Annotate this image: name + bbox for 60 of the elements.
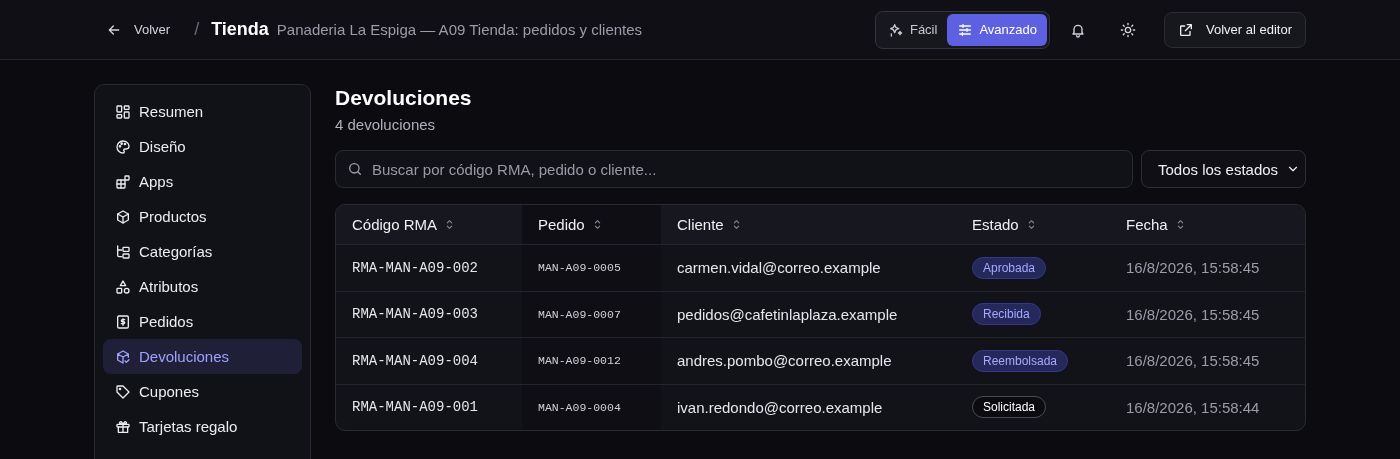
customer-cell-text: ivan.redondo@correo.example (676, 397, 884, 418)
sliders-icon (957, 21, 974, 38)
store-subtitle: Panaderia La Espiga — A09 Tienda: pedidos y clientes (276, 21, 643, 38)
column-header[interactable]: Pedido (522, 205, 661, 244)
tree-icon (115, 243, 131, 260)
column-header[interactable]: Cliente (661, 205, 956, 244)
status-dropdown[interactable]: Todos los estados (1141, 150, 1306, 188)
sidebar-item[interactable]: Pedidos (103, 304, 302, 339)
column-header[interactable]: Estado (956, 205, 1110, 244)
sidebar-item[interactable]: Productos (103, 199, 302, 234)
mode-tab[interactable]: Fácil (877, 13, 948, 46)
status-badge: Reembolsada (972, 349, 1069, 372)
status-badge: Aprobada (972, 256, 1047, 279)
shapes-icon (115, 278, 131, 295)
date-cell-text: 16/8/2026, 15:58:45 (1125, 258, 1261, 279)
sparkles-icon (887, 21, 904, 38)
order-cell: MAN-A09-0012 (522, 338, 661, 384)
sidebar-item[interactable]: Resumen (103, 94, 302, 129)
palette-icon (115, 138, 131, 155)
column-header[interactable]: Fecha (1110, 205, 1305, 244)
grid-icon (115, 103, 131, 120)
column-header[interactable]: Código RMA (336, 205, 522, 244)
date-cell-text: 16/8/2026, 15:58:45 (1125, 304, 1261, 325)
breadcrumb-separator: / (194, 19, 200, 40)
sidebar-item[interactable]: Tarjetas regalo (103, 409, 302, 444)
apps-icon (115, 173, 131, 190)
page-title: Devoluciones (335, 85, 473, 110)
rma-code-cell-text: RMA-MAN-A09-001 (351, 398, 480, 418)
rma-code-cell-text: RMA-MAN-A09-002 (351, 258, 480, 278)
back-button[interactable]: Volver (104, 17, 173, 42)
customer-cell-text: andres.pombo@correo.example (676, 351, 893, 372)
sidebar-item[interactable]: Apps (103, 164, 302, 199)
rma-code-cell-text: RMA-MAN-A09-003 (351, 305, 480, 325)
order-cell: MAN-A09-0007 (522, 291, 661, 337)
tag-icon (115, 383, 131, 400)
receipt-icon (115, 313, 131, 330)
search-field[interactable]: Buscar por código RMA, pedido o cliente... (335, 150, 1133, 188)
store-title: Tienda (211, 19, 269, 40)
date-cell-text: 16/8/2026, 15:58:44 (1125, 397, 1261, 418)
box-icon (115, 208, 131, 225)
sidebar-item[interactable]: Diseño (103, 129, 302, 164)
mode-tab[interactable]: Avanzado (947, 13, 1047, 46)
customer-cell-text: carmen.vidal@correo.example (676, 258, 882, 279)
sidebar-item[interactable]: Devoluciones (103, 339, 302, 374)
status-badge: Solicitada (972, 396, 1047, 419)
order-cell: MAN-A09-0004 (522, 384, 661, 430)
box-check-icon (115, 348, 131, 365)
status-badge: Recibida (972, 303, 1041, 326)
sun-icon (1120, 21, 1136, 38)
order-cell: MAN-A09-0005 (522, 245, 661, 291)
sidebar-item[interactable]: Atributos (103, 269, 302, 304)
rma-code-cell-text: RMA-MAN-A09-004 (351, 351, 480, 371)
sidebar-item[interactable]: Categorías (103, 234, 302, 269)
back-to-editor-button[interactable]: Volver al editor (1164, 11, 1306, 48)
date-cell-text: 16/8/2026, 15:58:45 (1125, 351, 1261, 372)
customer-cell-text: pedidos@cafetinlaplaza.example (676, 304, 899, 325)
external-link-icon (1178, 21, 1194, 38)
sidebar-item[interactable]: Cupones (103, 374, 302, 409)
gift-icon (115, 418, 131, 435)
returns-count: 4 devoluciones (335, 116, 436, 133)
